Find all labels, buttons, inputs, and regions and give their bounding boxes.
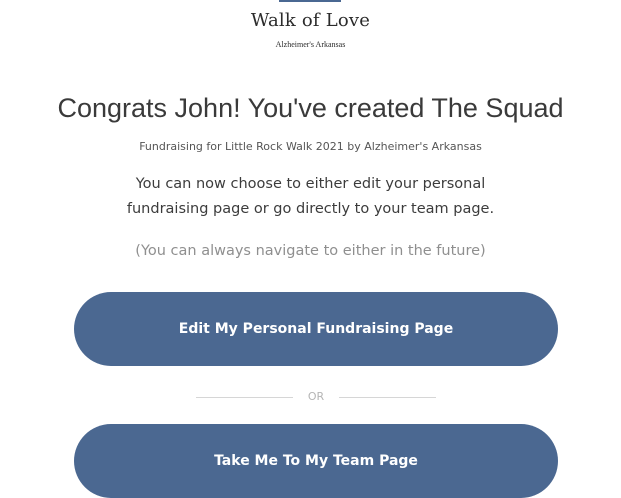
instruction-line-1: You can now choose to either edit your p…	[135, 176, 486, 192]
event-subtitle: Fundraising for Little Rock Walk 2021 by…	[139, 140, 482, 153]
divider-line-right	[339, 397, 436, 398]
logo-accent-bar	[279, 0, 341, 2]
page-title: Congrats John! You've created The Squad	[57, 93, 564, 123]
team-page-button[interactable]: Take Me To My Team Page	[74, 424, 558, 498]
or-divider: OR	[196, 389, 436, 405]
logo-title: Walk of Love	[250, 10, 371, 31]
navigation-note: (You can always navigate to either in th…	[135, 243, 486, 259]
instruction-line-2: fundraising page or go directly to your …	[126, 201, 495, 217]
edit-personal-page-button[interactable]: Edit My Personal Fundraising Page	[74, 292, 558, 366]
logo[interactable]: Walk of Love Alzheimer's Arkansas	[0, 0, 621, 60]
logo-subtitle: Alzheimer's Arkansas	[275, 40, 346, 49]
